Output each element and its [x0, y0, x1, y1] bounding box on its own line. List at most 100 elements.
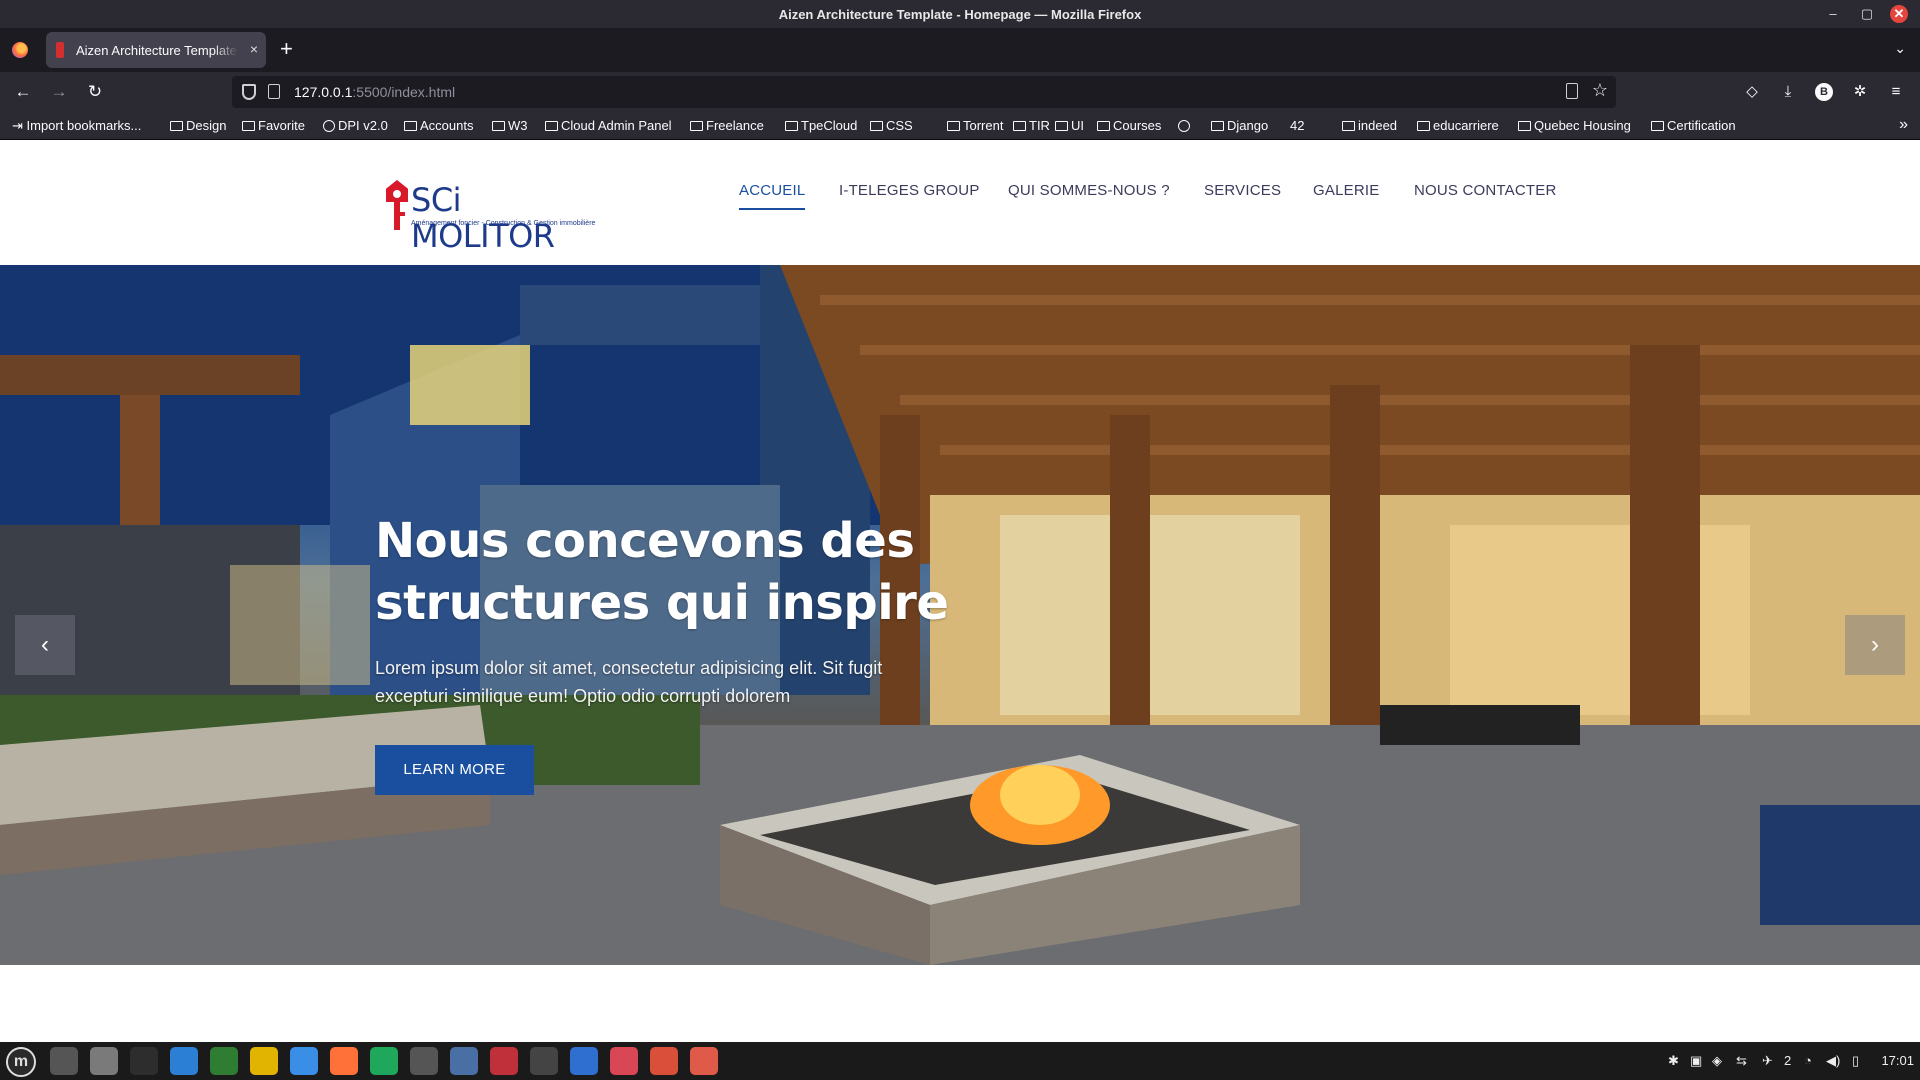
mint-menu-icon[interactable]: m [6, 1047, 36, 1077]
window-titlebar: Aizen Architecture Template - Homepage —… [0, 0, 1920, 28]
bookmark-item[interactable]: Accounts [404, 118, 473, 133]
network-icon[interactable]: ⇆ [1736, 1053, 1747, 1069]
page-info-icon[interactable] [268, 84, 280, 99]
reader-icon[interactable] [490, 1047, 518, 1075]
system-clock[interactable]: 17:01 [1881, 1053, 1914, 1068]
downloads-icon[interactable]: ⤓ [1777, 81, 1799, 103]
learn-more-button[interactable]: LEARN MORE [375, 745, 534, 795]
firefox-view-icon[interactable] [12, 42, 28, 58]
reload-button[interactable]: ↻ [84, 81, 106, 103]
bookmark-label: Accounts [420, 118, 474, 133]
back-button[interactable]: ← [12, 81, 34, 103]
hero-description: Lorem ipsum dolor sit amet, consectetur … [375, 658, 883, 706]
globe-icon [1178, 120, 1190, 132]
text-editor-icon[interactable] [570, 1047, 598, 1075]
nav-services[interactable]: SERVICES [1204, 182, 1281, 199]
maximize-button[interactable]: ▢ [1858, 5, 1876, 23]
folder-icon[interactable] [90, 1047, 118, 1075]
hero-title-line-2: structures qui inspire [375, 575, 949, 631]
bookmark-item[interactable]: Favorite [242, 118, 305, 133]
bookmark-item[interactable]: Courses [1097, 118, 1161, 133]
bookmark-item[interactable]: CSS [870, 118, 913, 133]
postgres-icon[interactable] [450, 1047, 478, 1075]
bookmark-label: Torrent [963, 118, 1004, 133]
list-all-tabs-button[interactable]: ⌄ [1894, 40, 1906, 57]
new-tab-button[interactable]: + [280, 38, 293, 60]
bookmark-item[interactable]: indeed [1342, 118, 1397, 133]
bookmark-label: TpeCloud [801, 118, 858, 133]
site-logo[interactable]: SCi MOLITOR Aménagement foncier - Constr… [383, 176, 613, 254]
bookmark-star-icon[interactable]: ☆ [1592, 80, 1608, 101]
nav-qui-sommes-nous[interactable]: QUI SOMMES-NOUS ? [1008, 182, 1170, 199]
bookmark-item[interactable]: Quebec Housing [1518, 118, 1631, 133]
tracking-protection-icon[interactable] [242, 84, 256, 100]
slider-prev-button[interactable]: ‹ [15, 615, 75, 675]
bookmark-item[interactable]: Cloud Admin Panel [545, 118, 672, 133]
folder-icon [870, 121, 883, 131]
vscode-icon[interactable] [170, 1047, 198, 1075]
url-text[interactable]: 127.0.0.1:5500/index.html [294, 84, 455, 100]
hero-title: Nous concevons des structures qui inspir… [375, 510, 1015, 634]
bookmark-item[interactable]: 42 [1290, 118, 1304, 133]
bookmark-label: Quebec Housing [1534, 118, 1631, 133]
bookmark-item[interactable]: W3 [492, 118, 528, 133]
app-menu-icon[interactable]: ≡ [1885, 81, 1907, 103]
updates-icon[interactable]: ✈ [1762, 1053, 1773, 1069]
bookmark-item[interactable]: TIR [1013, 118, 1050, 133]
nav-nous-contacter[interactable]: NOUS CONTACTER [1414, 182, 1557, 199]
tab-close-icon[interactable]: × [250, 41, 258, 57]
bookmark-item[interactable]: educarriere [1417, 118, 1499, 133]
slider-next-button[interactable]: › [1845, 615, 1905, 675]
hero-slider: ‹ › Nous concevons des structures qui in… [0, 265, 1920, 965]
pocket-icon[interactable]: ◇ [1741, 81, 1763, 103]
bookmark-label: 42 [1290, 118, 1305, 133]
bookmark-item[interactable]: Torrent [947, 118, 1003, 133]
bluetooth-icon[interactable]: ✱ [1668, 1053, 1679, 1069]
bookmark-label: TIR [1029, 118, 1050, 133]
calculator-icon[interactable] [410, 1047, 438, 1075]
firefox-icon[interactable] [330, 1047, 358, 1075]
system-monitor-icon[interactable] [210, 1047, 238, 1075]
nav-galerie[interactable]: GALERIE [1313, 182, 1379, 199]
nav-accueil[interactable]: ACCUEIL [739, 182, 806, 210]
terminal-icon[interactable] [130, 1047, 158, 1075]
folder-icon [1013, 121, 1026, 131]
reader-view-icon[interactable] [1566, 83, 1578, 99]
image-viewer-icon[interactable] [690, 1047, 718, 1075]
files-manager-icon[interactable] [50, 1047, 78, 1075]
tab-active[interactable]: Aizen Architecture Template - Homepage × [46, 32, 266, 68]
notes-app-icon[interactable] [290, 1047, 318, 1075]
nav-i-teleges-group[interactable]: I-TELEGES GROUP [839, 182, 980, 199]
tab-strip: Aizen Architecture Template - Homepage ×… [0, 28, 1920, 72]
bookmark-label: Freelance [706, 118, 764, 133]
bookmark-item[interactable]: Freelance [690, 118, 764, 133]
bookmark-item[interactable]: DPI v2.0 [323, 118, 388, 133]
bracket-app-icon[interactable] [250, 1047, 278, 1075]
bookmark-item[interactable]: Certification [1651, 118, 1736, 133]
shield-icon[interactable]: ◈ [1712, 1053, 1722, 1069]
battery-icon[interactable]: ▯ [1852, 1053, 1859, 1069]
forward-button[interactable]: → [48, 81, 70, 103]
gitkraken-icon[interactable] [370, 1047, 398, 1075]
wifi-icon[interactable]: ◔ [1804, 1053, 1812, 1068]
git-app-icon[interactable] [650, 1047, 678, 1075]
folder-icon [1342, 121, 1355, 131]
close-window-button[interactable]: ✕ [1890, 5, 1908, 23]
extensions-icon[interactable]: ✲ [1849, 81, 1871, 103]
bookmark-item[interactable] [1178, 118, 1193, 133]
minimize-button[interactable]: – [1824, 5, 1842, 23]
bookmark-item[interactable]: UI [1055, 118, 1084, 133]
folder-icon [1055, 121, 1068, 131]
bookmarks-overflow-icon[interactable]: » [1899, 116, 1908, 134]
bookmark-item[interactable]: ⇥ Import bookmarks... [12, 118, 141, 134]
key-house-icon [386, 176, 408, 232]
glasses-app-icon[interactable] [610, 1047, 638, 1075]
inkscape-icon[interactable] [530, 1047, 558, 1075]
volume-icon[interactable]: ◀) [1826, 1053, 1840, 1069]
bookmark-item[interactable]: TpeCloud [785, 118, 857, 133]
bookmark-item[interactable]: Design [170, 118, 226, 133]
clipboard-icon[interactable]: ▣ [1690, 1053, 1702, 1069]
bookmark-item[interactable]: Django [1211, 118, 1268, 133]
url-bar[interactable]: 127.0.0.1:5500/index.html ☆ [232, 76, 1616, 108]
profile-avatar[interactable]: B [1815, 83, 1833, 101]
